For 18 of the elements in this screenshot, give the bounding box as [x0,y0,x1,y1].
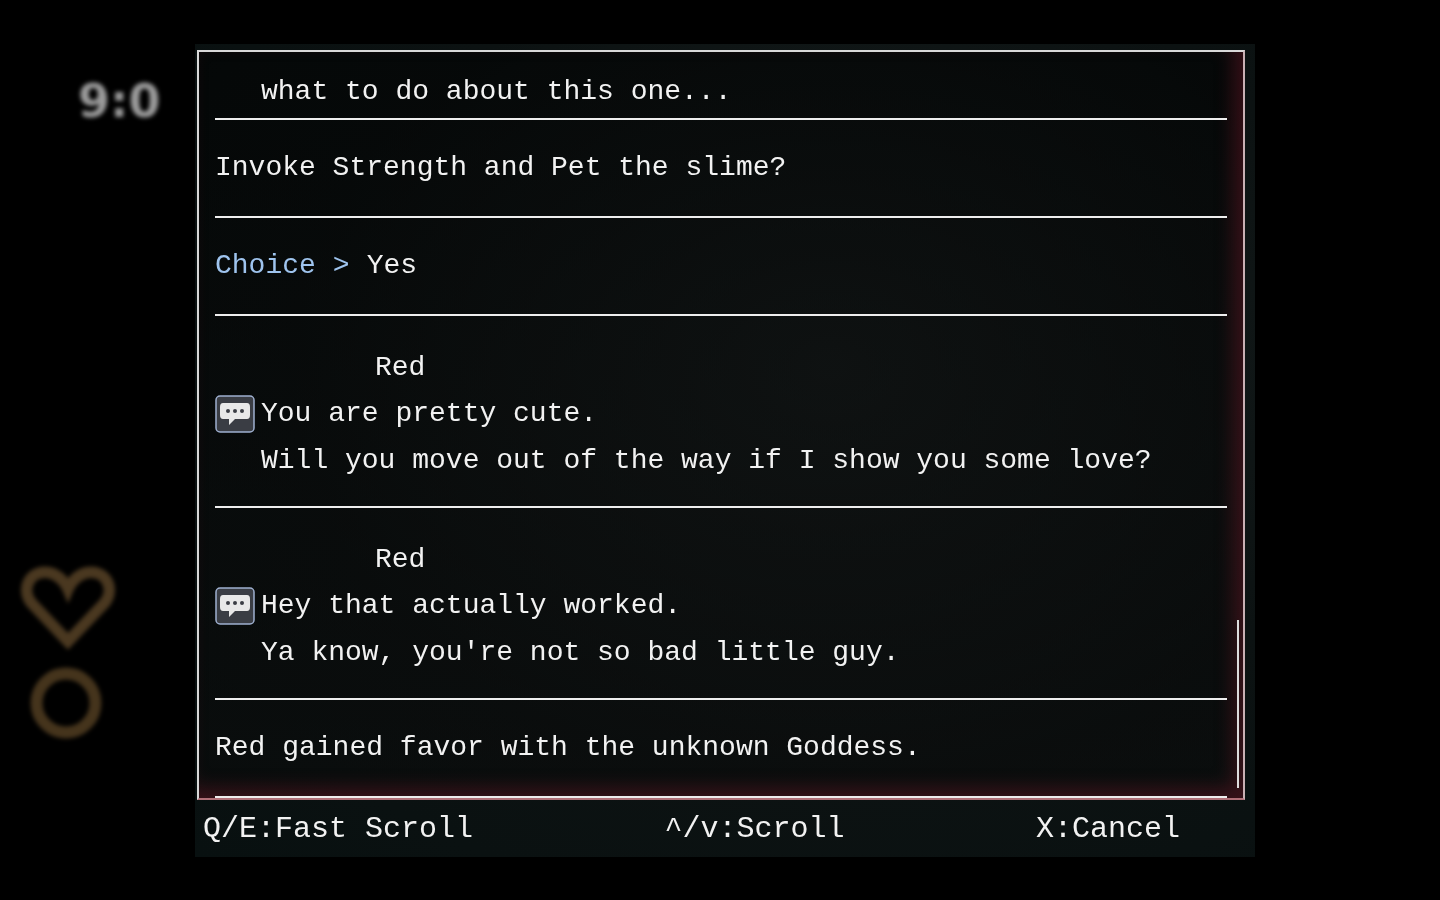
key-hint: Q/E:Fast Scroll [203,811,474,846]
choice-answer: Yes [366,249,418,283]
clock-text: 9:0 [78,74,161,128]
log-text: what to do about this one... [260,75,733,109]
key-hint: ^/v:Scroll [664,811,845,846]
dialogue-line: You are pretty cute. [261,397,598,431]
speech-bubble-icon [215,587,255,625]
speech-bubble-icon [215,395,255,433]
log-text: Red gained favor with the unknown Goddess. [215,731,922,765]
speaker-name: Red [374,542,427,577]
key-hint: X:Cancel [1035,811,1180,846]
log-text: Invoke Strength and Pet the slime? [215,151,788,185]
dialogue-line: Will you move out of the way if I show you some love? [261,444,1152,478]
choice-label: Choice [215,249,316,283]
dialogue-line: Hey that actually worked. [261,589,682,623]
choice-separator: > [332,249,350,283]
speaker-name: Red [374,350,427,385]
dialogue-line: Ya know, you're not so bad little guy. [261,636,900,670]
